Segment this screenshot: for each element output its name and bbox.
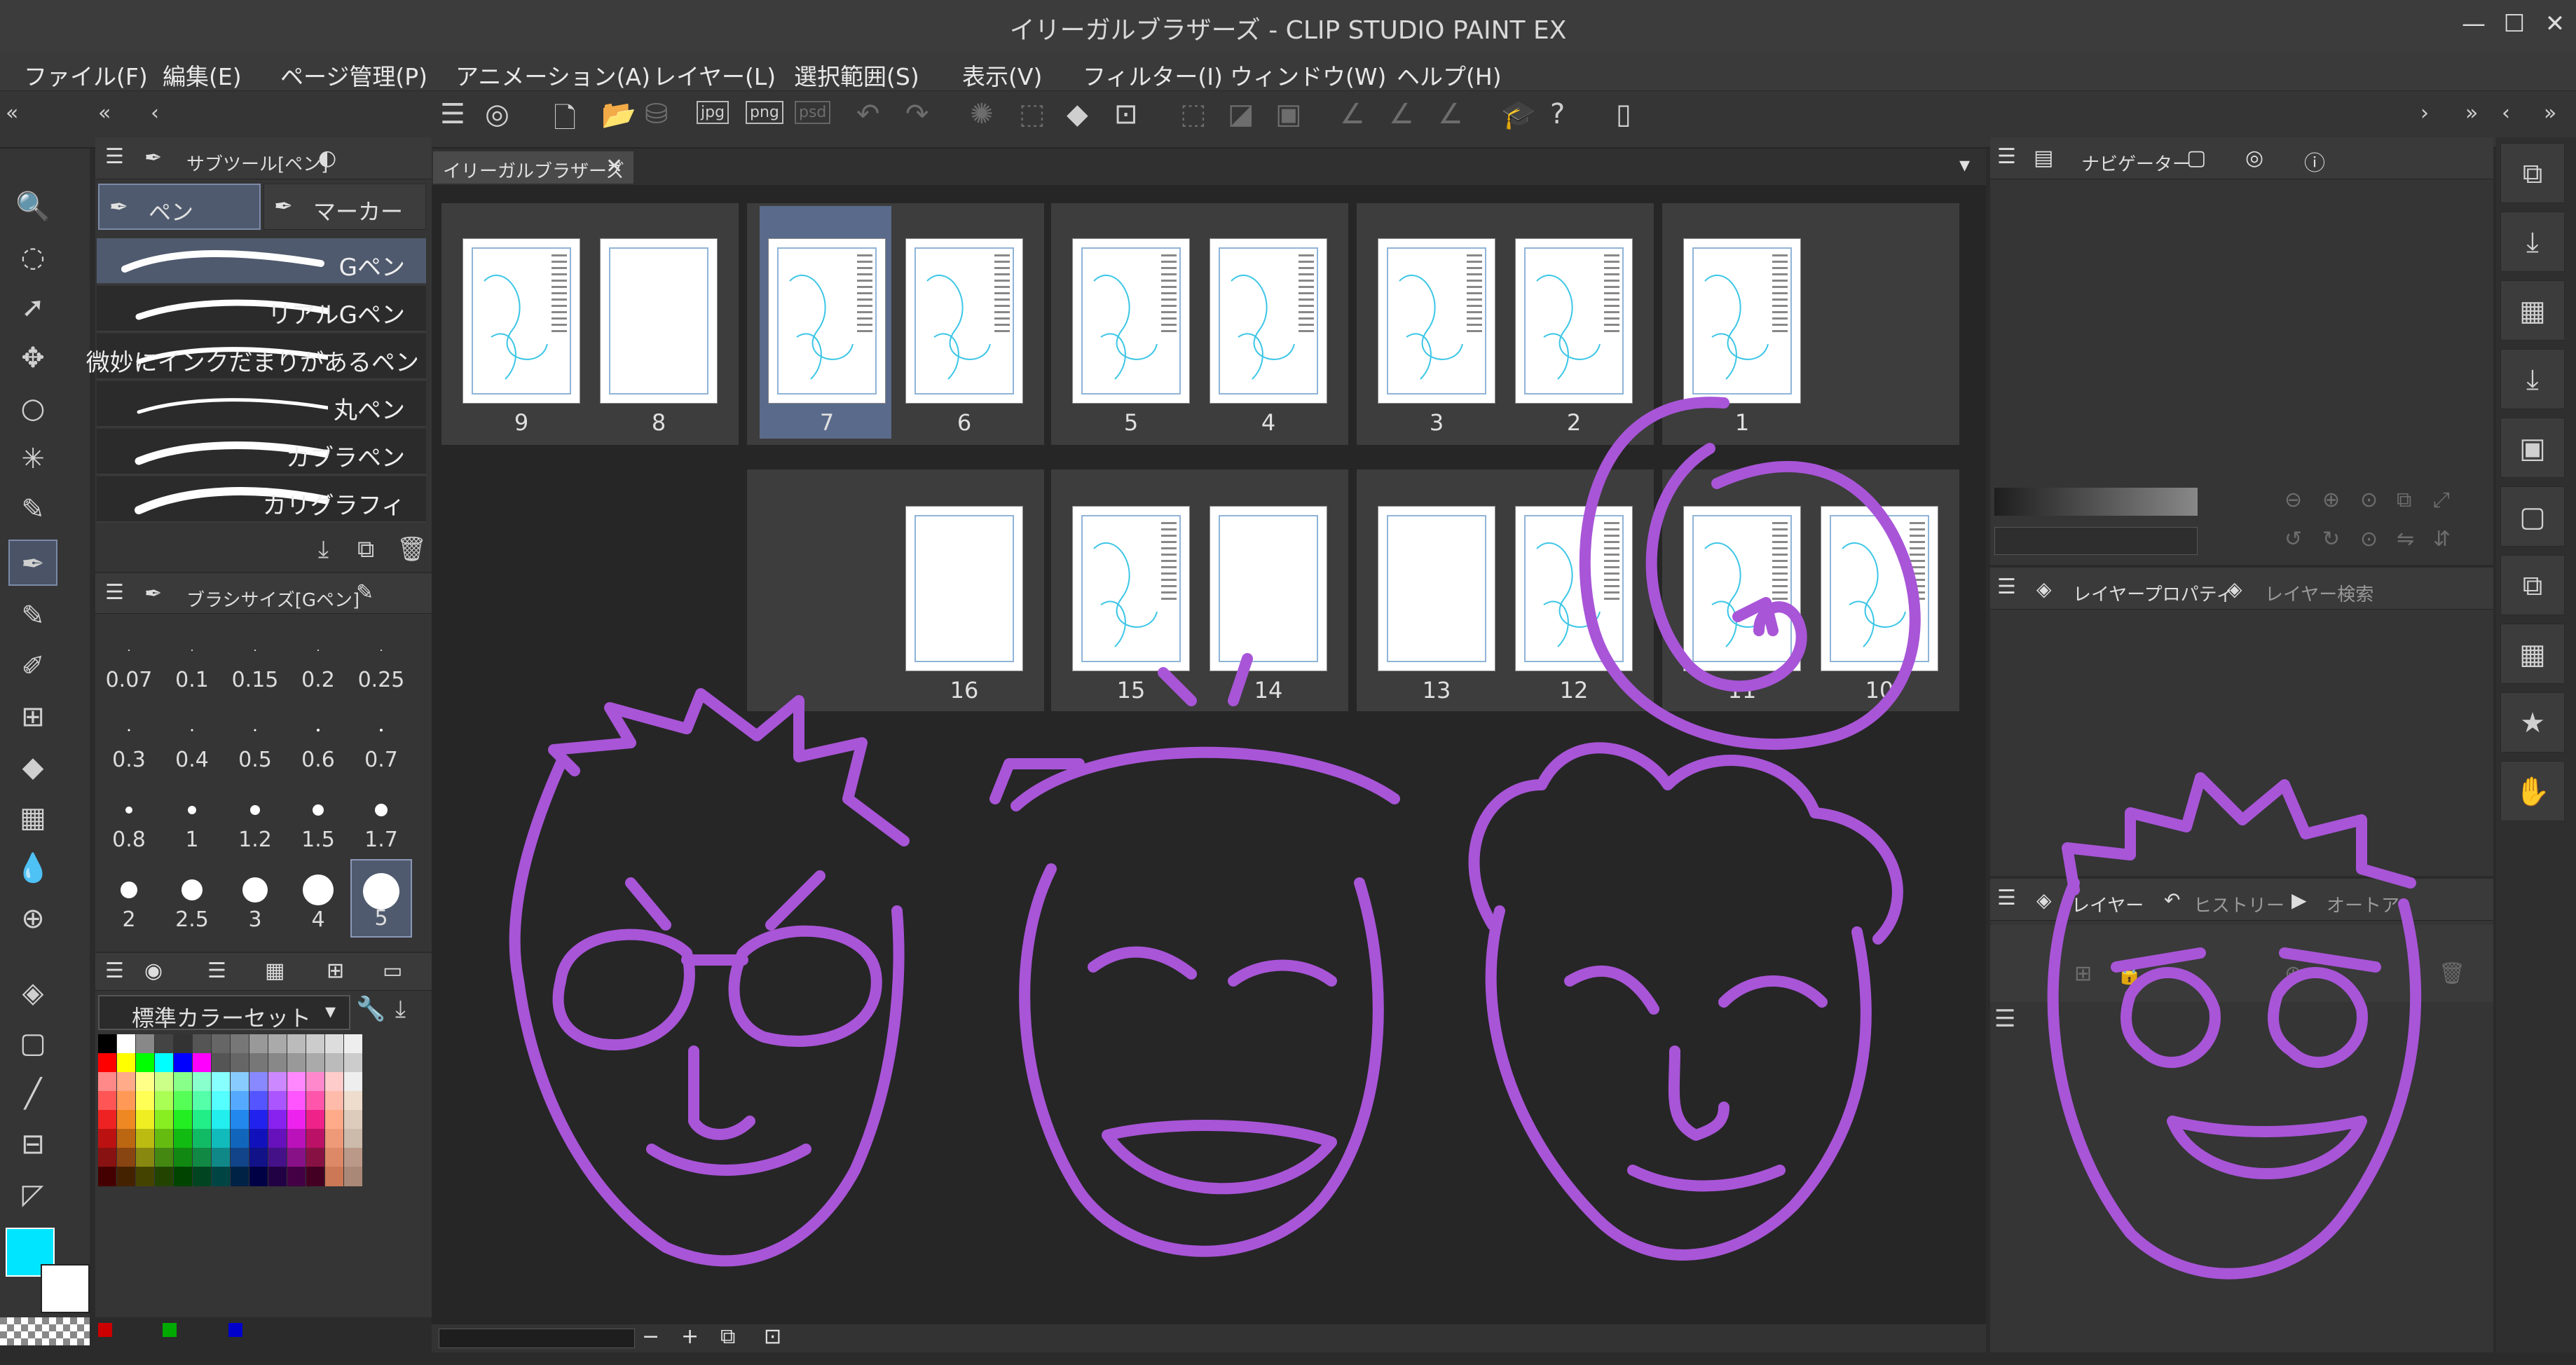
face4-eye-right — [2268, 967, 2368, 1069]
face3-eyes — [1564, 965, 1828, 1015]
face3-mouth — [1627, 1165, 1786, 1192]
face4-brows — [2111, 947, 2381, 973]
face1-outline — [509, 758, 905, 1267]
face1-brows — [625, 870, 825, 931]
face4-eye-left — [2121, 967, 2221, 1069]
face1-glasses-left — [552, 928, 695, 1051]
face2-hair — [989, 653, 1400, 811]
face1-hair — [548, 688, 910, 846]
face2-mouth — [1102, 1120, 1337, 1195]
face3-nose — [1668, 1045, 1729, 1141]
circle-annotation — [1579, 397, 1921, 750]
face1-nose — [688, 1045, 755, 1140]
drawing-overlay — [509, 397, 2422, 1280]
face2-outline — [1019, 863, 1384, 1257]
face1-glasses-right — [728, 925, 882, 1047]
face4-teeth — [2167, 1116, 2367, 1179]
face3-hair — [1468, 742, 1903, 945]
face4-outline — [2047, 877, 2422, 1280]
face1-mouth — [646, 1144, 811, 1176]
face4-hair — [2062, 772, 2416, 896]
face2-eyes — [1088, 946, 1337, 987]
